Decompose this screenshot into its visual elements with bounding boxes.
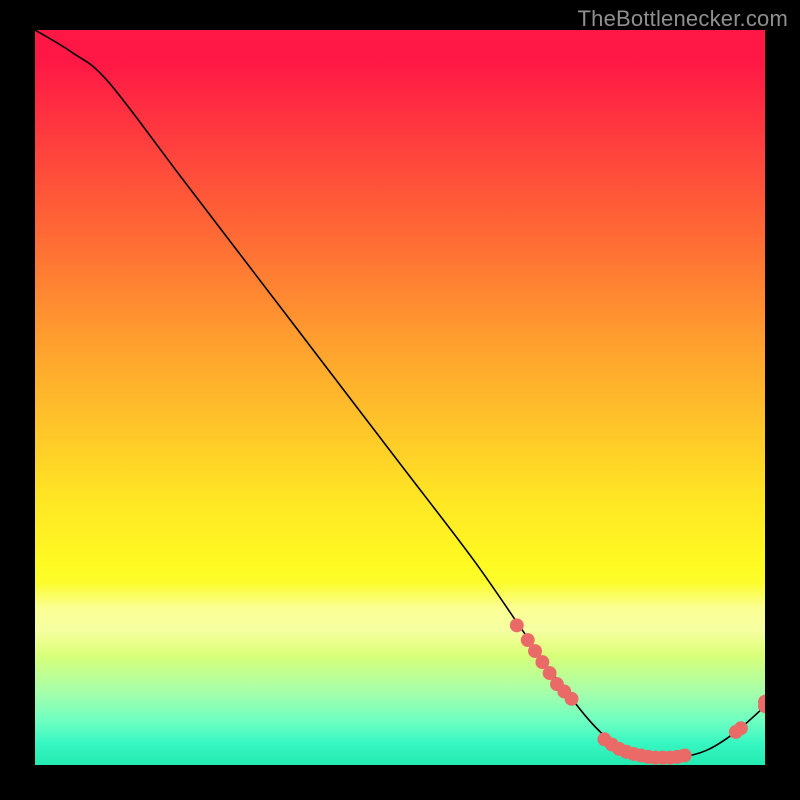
curve-group (35, 30, 765, 760)
chart-svg (35, 30, 765, 765)
chart-container: TheBottlenecker.com (0, 0, 800, 800)
marker-group (510, 618, 765, 764)
plot-area (35, 30, 765, 765)
bottleneck-curve (35, 30, 765, 760)
data-marker (734, 721, 748, 735)
attribution-label: TheBottlenecker.com (578, 6, 788, 32)
data-marker (510, 618, 524, 632)
data-marker (565, 692, 579, 706)
data-marker (678, 748, 692, 762)
